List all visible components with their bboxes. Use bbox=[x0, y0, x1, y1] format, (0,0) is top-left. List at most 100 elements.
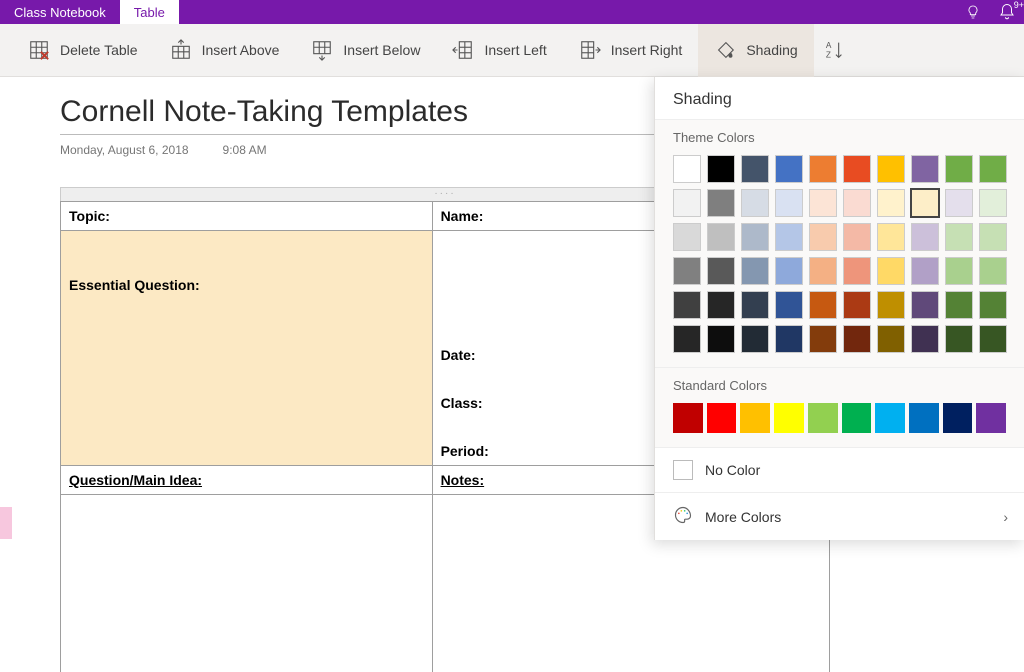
color-swatch[interactable] bbox=[979, 189, 1007, 217]
no-color-row[interactable]: No Color bbox=[655, 447, 1024, 492]
shading-panel: Shading Theme Colors Standard Colors No … bbox=[654, 77, 1024, 540]
color-swatch[interactable] bbox=[741, 291, 769, 319]
color-swatch[interactable] bbox=[945, 291, 973, 319]
color-swatch[interactable] bbox=[843, 189, 871, 217]
color-swatch[interactable] bbox=[775, 325, 803, 353]
insert-right-button[interactable]: Insert Right bbox=[563, 24, 699, 77]
color-swatch[interactable] bbox=[809, 223, 837, 251]
color-swatch[interactable] bbox=[911, 155, 939, 183]
cell-question-header[interactable]: Question/Main Idea: bbox=[61, 466, 433, 495]
eq-label: Essential Question: bbox=[69, 277, 424, 293]
color-swatch[interactable] bbox=[707, 155, 735, 183]
cell-essential-question[interactable]: Essential Question: bbox=[61, 231, 433, 466]
color-swatch[interactable] bbox=[979, 291, 1007, 319]
tab-class-notebook[interactable]: Class Notebook bbox=[0, 0, 120, 24]
color-swatch[interactable] bbox=[843, 257, 871, 285]
color-swatch[interactable] bbox=[741, 223, 769, 251]
sort-button[interactable]: AZ bbox=[814, 24, 856, 77]
page-title[interactable]: Cornell Note-Taking Templates bbox=[60, 95, 680, 135]
standard-color-swatch[interactable] bbox=[909, 403, 939, 433]
standard-colors-row bbox=[673, 403, 1006, 433]
standard-colors-section: Standard Colors bbox=[655, 367, 1024, 447]
color-swatch[interactable] bbox=[809, 325, 837, 353]
color-swatch[interactable] bbox=[843, 291, 871, 319]
insert-left-icon bbox=[452, 39, 474, 61]
insert-left-button[interactable]: Insert Left bbox=[436, 24, 562, 77]
color-swatch[interactable] bbox=[707, 325, 735, 353]
color-swatch[interactable] bbox=[775, 291, 803, 319]
color-swatch[interactable] bbox=[877, 189, 905, 217]
standard-color-swatch[interactable] bbox=[875, 403, 905, 433]
color-swatch[interactable] bbox=[843, 155, 871, 183]
shading-label: Shading bbox=[746, 42, 797, 58]
standard-color-swatch[interactable] bbox=[774, 403, 804, 433]
insert-above-label: Insert Above bbox=[202, 42, 280, 58]
color-swatch[interactable] bbox=[673, 291, 701, 319]
color-swatch[interactable] bbox=[979, 223, 1007, 251]
insert-above-button[interactable]: Insert Above bbox=[154, 24, 296, 77]
standard-color-swatch[interactable] bbox=[740, 403, 770, 433]
shading-button[interactable]: Shading bbox=[698, 24, 813, 77]
color-swatch[interactable] bbox=[809, 155, 837, 183]
color-swatch[interactable] bbox=[775, 189, 803, 217]
color-swatch[interactable] bbox=[877, 155, 905, 183]
color-swatch[interactable] bbox=[707, 189, 735, 217]
color-swatch[interactable] bbox=[911, 223, 939, 251]
standard-colors-label: Standard Colors bbox=[673, 378, 1006, 393]
color-swatch[interactable] bbox=[979, 155, 1007, 183]
color-swatch[interactable] bbox=[911, 325, 939, 353]
color-swatch[interactable] bbox=[809, 291, 837, 319]
color-swatch[interactable] bbox=[775, 223, 803, 251]
color-swatch[interactable] bbox=[809, 257, 837, 285]
lightbulb-icon[interactable] bbox=[956, 0, 990, 24]
color-swatch[interactable] bbox=[673, 257, 701, 285]
color-swatch[interactable] bbox=[673, 325, 701, 353]
color-swatch[interactable] bbox=[945, 155, 973, 183]
theme-colors-section: Theme Colors bbox=[655, 119, 1024, 367]
color-swatch[interactable] bbox=[843, 223, 871, 251]
color-swatch[interactable] bbox=[945, 223, 973, 251]
color-swatch[interactable] bbox=[809, 189, 837, 217]
color-swatch[interactable] bbox=[775, 257, 803, 285]
color-swatch[interactable] bbox=[911, 291, 939, 319]
more-colors-row[interactable]: More Colors › bbox=[655, 492, 1024, 540]
cell-topic[interactable]: Topic: bbox=[61, 202, 433, 231]
color-swatch[interactable] bbox=[673, 223, 701, 251]
insert-left-label: Insert Left bbox=[484, 42, 546, 58]
paint-bucket-icon bbox=[714, 39, 736, 61]
standard-color-swatch[interactable] bbox=[808, 403, 838, 433]
color-swatch[interactable] bbox=[775, 155, 803, 183]
color-swatch[interactable] bbox=[843, 325, 871, 353]
standard-color-swatch[interactable] bbox=[976, 403, 1006, 433]
color-swatch[interactable] bbox=[741, 325, 769, 353]
insert-below-button[interactable]: Insert Below bbox=[295, 24, 436, 77]
notifications-icon[interactable]: 9+ bbox=[990, 0, 1024, 24]
color-swatch[interactable] bbox=[741, 155, 769, 183]
standard-color-swatch[interactable] bbox=[943, 403, 973, 433]
color-swatch[interactable] bbox=[673, 155, 701, 183]
color-swatch[interactable] bbox=[945, 325, 973, 353]
color-swatch[interactable] bbox=[741, 257, 769, 285]
standard-color-swatch[interactable] bbox=[673, 403, 703, 433]
color-swatch[interactable] bbox=[707, 223, 735, 251]
svg-text:Z: Z bbox=[826, 50, 831, 59]
color-swatch[interactable] bbox=[979, 257, 1007, 285]
color-swatch[interactable] bbox=[877, 291, 905, 319]
color-swatch[interactable] bbox=[877, 325, 905, 353]
color-swatch[interactable] bbox=[911, 257, 939, 285]
color-swatch[interactable] bbox=[911, 189, 939, 217]
color-swatch[interactable] bbox=[741, 189, 769, 217]
color-swatch[interactable] bbox=[877, 223, 905, 251]
standard-color-swatch[interactable] bbox=[707, 403, 737, 433]
delete-table-button[interactable]: Delete Table bbox=[12, 24, 154, 77]
cell-question-body[interactable] bbox=[61, 495, 433, 672]
tab-table[interactable]: Table bbox=[120, 0, 179, 24]
color-swatch[interactable] bbox=[945, 257, 973, 285]
color-swatch[interactable] bbox=[707, 291, 735, 319]
color-swatch[interactable] bbox=[979, 325, 1007, 353]
color-swatch[interactable] bbox=[945, 189, 973, 217]
color-swatch[interactable] bbox=[877, 257, 905, 285]
standard-color-swatch[interactable] bbox=[842, 403, 872, 433]
color-swatch[interactable] bbox=[707, 257, 735, 285]
color-swatch[interactable] bbox=[673, 189, 701, 217]
